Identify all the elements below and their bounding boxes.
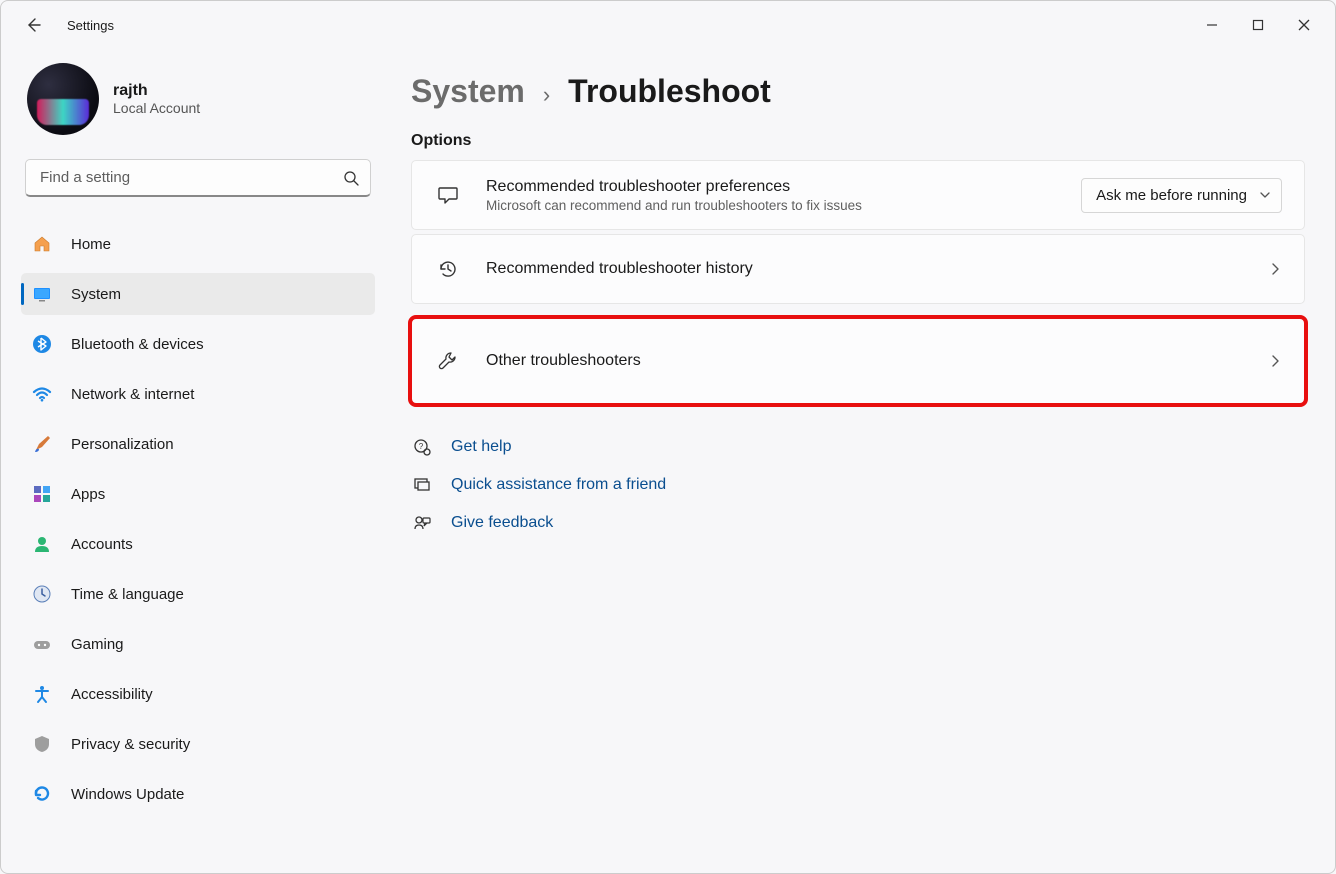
content-area: System › Troubleshoot Options Recommende…	[385, 49, 1335, 873]
sidebar-item-accounts[interactable]: Accounts	[21, 523, 375, 565]
system-icon	[31, 283, 53, 305]
close-button[interactable]	[1281, 5, 1327, 45]
brush-icon	[31, 433, 53, 455]
sidebar-item-label: Windows Update	[71, 786, 184, 803]
sidebar-item-label: Home	[71, 236, 111, 253]
screen-share-icon	[411, 474, 433, 496]
profile-subtitle: Local Account	[113, 100, 200, 116]
sidebar: rajth Local Account Home System	[1, 49, 385, 873]
sidebar-item-network[interactable]: Network & internet	[21, 373, 375, 415]
sidebar-item-accessibility[interactable]: Accessibility	[21, 673, 375, 715]
settings-window: Settings rajth Local Account	[0, 0, 1336, 874]
sidebar-item-label: Accounts	[71, 536, 133, 553]
chevron-right-icon: ›	[543, 82, 550, 108]
card-title: Recommended troubleshooter preferences	[486, 178, 1081, 196]
card-title: Recommended troubleshooter history	[486, 260, 1268, 278]
sidebar-item-label: Apps	[71, 486, 105, 503]
profile-block[interactable]: rajth Local Account	[21, 63, 375, 135]
titlebar: Settings	[1, 1, 1335, 49]
card-troubleshooter-history[interactable]: Recommended troubleshooter history	[411, 234, 1305, 304]
update-icon	[31, 783, 53, 805]
card-subtitle: Microsoft can recommend and run troubles…	[486, 198, 1081, 213]
sidebar-item-label: Personalization	[71, 436, 174, 453]
sidebar-item-label: Privacy & security	[71, 736, 190, 753]
sidebar-item-windows-update[interactable]: Windows Update	[21, 773, 375, 815]
chevron-right-icon	[1268, 354, 1282, 368]
maximize-icon	[1252, 19, 1264, 31]
card-recommended-prefs: Recommended troubleshooter preferences M…	[411, 160, 1305, 230]
sidebar-item-home[interactable]: Home	[21, 223, 375, 265]
sidebar-item-system[interactable]: System	[21, 273, 375, 315]
sidebar-item-label: Accessibility	[71, 686, 153, 703]
accessibility-icon	[31, 683, 53, 705]
gamepad-icon	[31, 633, 53, 655]
wifi-icon	[31, 383, 53, 405]
chat-icon	[434, 184, 462, 206]
sidebar-item-label: Bluetooth & devices	[71, 336, 204, 353]
sidebar-item-gaming[interactable]: Gaming	[21, 623, 375, 665]
link-quick-assist[interactable]: Quick assistance from a friend	[411, 466, 1305, 504]
search-container	[21, 159, 375, 197]
avatar	[27, 63, 99, 135]
sidebar-item-personalization[interactable]: Personalization	[21, 423, 375, 465]
person-icon	[31, 533, 53, 555]
breadcrumb: System › Troubleshoot	[411, 73, 1305, 110]
link-get-help[interactable]: ? Get help	[411, 428, 1305, 466]
clock-icon	[31, 583, 53, 605]
profile-name: rajth	[113, 82, 200, 100]
breadcrumb-parent[interactable]: System	[411, 73, 525, 110]
window-controls	[1189, 5, 1327, 45]
bluetooth-icon	[31, 333, 53, 355]
sidebar-item-label: System	[71, 286, 121, 303]
link-label: Quick assistance from a friend	[451, 476, 666, 494]
sidebar-item-label: Network & internet	[71, 386, 194, 403]
sidebar-item-time-language[interactable]: Time & language	[21, 573, 375, 615]
link-label: Get help	[451, 438, 511, 456]
breadcrumb-current: Troubleshoot	[568, 73, 771, 110]
back-arrow-icon	[25, 17, 41, 33]
history-icon	[434, 258, 462, 280]
card-other-troubleshooters[interactable]: Other troubleshooters	[411, 318, 1305, 404]
chevron-down-icon	[1259, 189, 1271, 201]
sidebar-item-label: Time & language	[71, 586, 184, 603]
help-icon: ?	[411, 436, 433, 458]
wrench-icon	[434, 350, 462, 372]
search-input[interactable]	[25, 159, 371, 197]
search-icon	[343, 170, 359, 186]
sidebar-nav: Home System Bluetooth & devices Network …	[21, 219, 375, 819]
feedback-icon	[411, 512, 433, 534]
shield-icon	[31, 733, 53, 755]
maximize-button[interactable]	[1235, 5, 1281, 45]
close-icon	[1298, 19, 1310, 31]
link-give-feedback[interactable]: Give feedback	[411, 504, 1305, 542]
sidebar-item-bluetooth[interactable]: Bluetooth & devices	[21, 323, 375, 365]
minimize-button[interactable]	[1189, 5, 1235, 45]
troubleshooter-pref-dropdown[interactable]: Ask me before running	[1081, 178, 1282, 213]
back-button[interactable]	[13, 5, 53, 45]
sidebar-item-apps[interactable]: Apps	[21, 473, 375, 515]
link-label: Give feedback	[451, 514, 553, 532]
dropdown-value: Ask me before running	[1096, 187, 1247, 204]
minimize-icon	[1206, 19, 1218, 31]
home-icon	[31, 233, 53, 255]
chevron-right-icon	[1268, 262, 1282, 276]
card-title: Other troubleshooters	[486, 352, 1268, 370]
sidebar-item-privacy[interactable]: Privacy & security	[21, 723, 375, 765]
sidebar-item-label: Gaming	[71, 636, 124, 653]
options-label: Options	[411, 132, 1305, 150]
svg-text:?: ?	[419, 442, 424, 451]
apps-icon	[31, 483, 53, 505]
app-title: Settings	[67, 18, 114, 33]
